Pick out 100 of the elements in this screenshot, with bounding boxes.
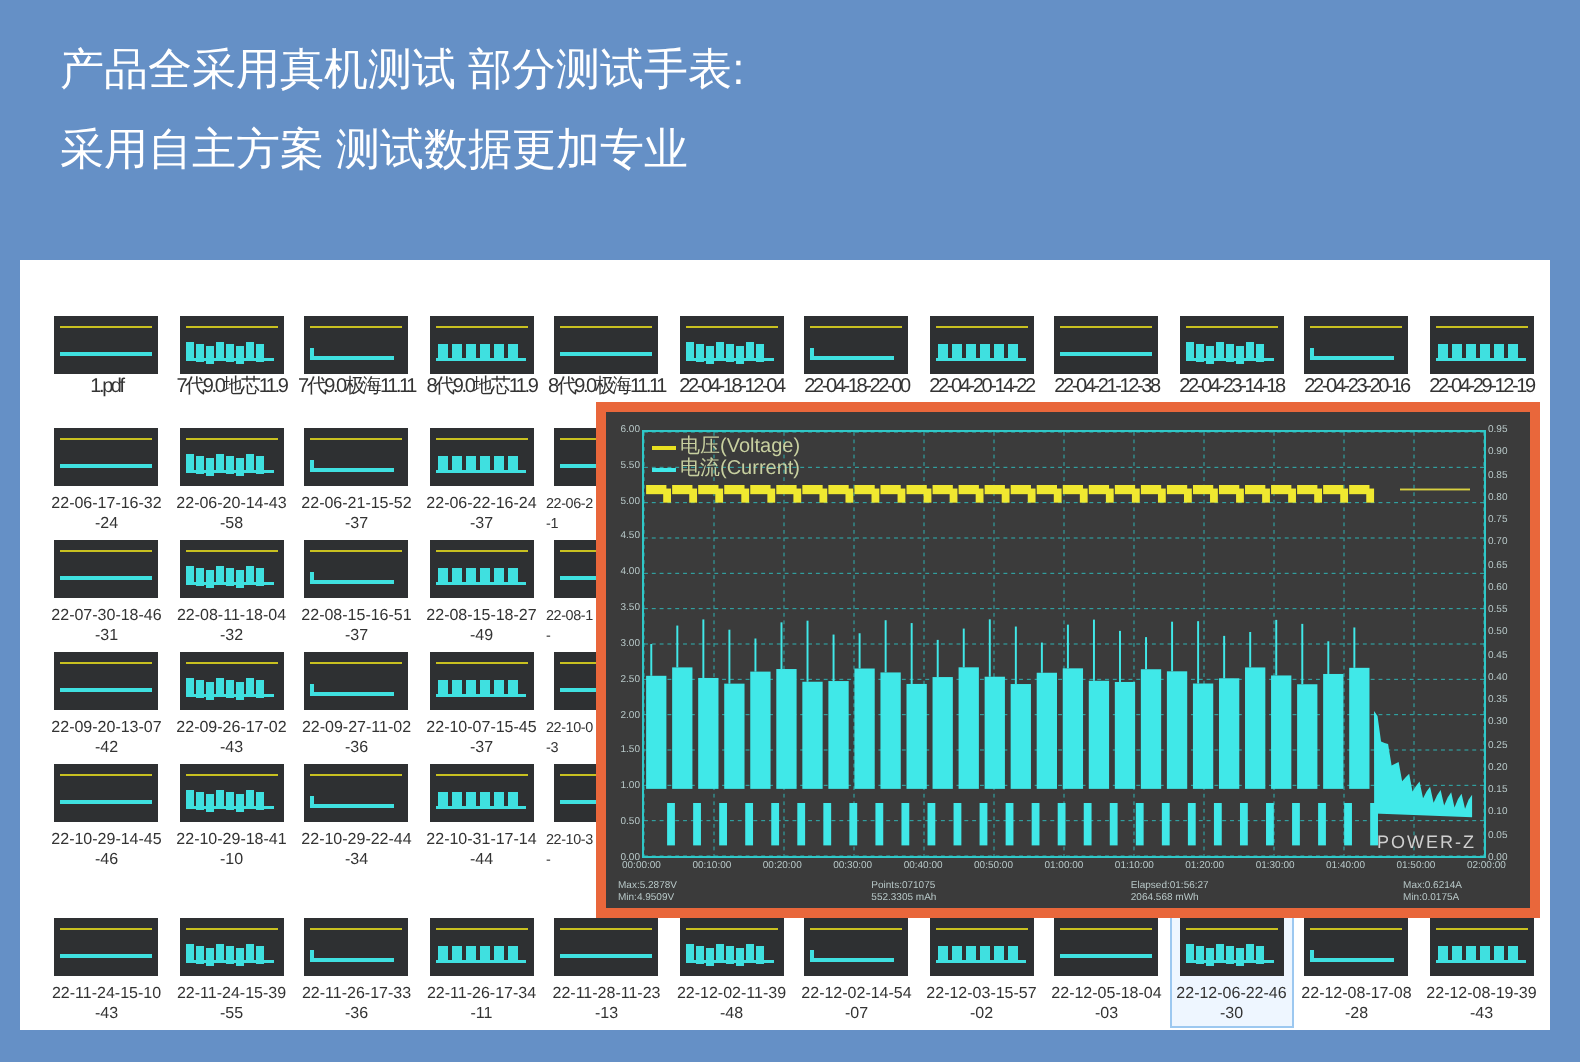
file-item[interactable]: 22-04-18-22-00 — [794, 314, 919, 402]
file-thumbnail — [1179, 316, 1284, 374]
file-item[interactable]: 22-08-11-18-04 -32 — [169, 538, 294, 650]
file-item[interactable]: 22-09-26-17-02 -43 — [169, 650, 294, 762]
file-thumbnail — [1179, 918, 1284, 976]
file-name: 22-11-26-17-34 -11 — [426, 984, 537, 1024]
file-item[interactable]: 22-10-07-15-45 -37 — [419, 650, 544, 762]
file-item[interactable]: 22-12-06-22-46 -30 — [1169, 916, 1294, 1028]
file-name: 22-04-23-20-16 — [1304, 378, 1409, 398]
file-thumbnail — [179, 316, 284, 374]
file-thumbnail — [929, 918, 1034, 976]
file-thumbnail — [304, 428, 409, 486]
file-name: 22-06-22-16-24 -37 — [426, 494, 537, 534]
file-item[interactable]: 22-12-03-15-57 -02 — [919, 916, 1044, 1028]
file-name: 22-08-11-18-04 -32 — [176, 606, 287, 646]
file-thumbnail — [679, 316, 784, 374]
file-name: 22-11-28-11-23 -13 — [552, 984, 661, 1024]
file-item[interactable]: 22-04-21-12-38 — [1044, 314, 1169, 402]
file-thumbnail — [429, 428, 534, 486]
file-item[interactable]: 22-04-20-14-22 — [919, 314, 1044, 402]
file-item[interactable]: 22-06-22-16-24 -37 — [419, 426, 544, 538]
file-thumbnail — [54, 764, 159, 822]
file-item[interactable]: 22-11-26-17-34 -11 — [419, 916, 544, 1028]
file-name: 22-10-07-15-45 -37 — [426, 718, 537, 758]
file-thumbnail — [54, 540, 159, 598]
file-name: 22-04-29-12-19 — [1429, 378, 1534, 398]
file-name: 22-08-15-16-51 -37 — [301, 606, 412, 646]
file-name: 22-04-21-12-38 — [1054, 378, 1159, 398]
file-thumbnail — [304, 918, 409, 976]
file-item[interactable]: 7代9.0地芯11.9 — [169, 314, 294, 402]
file-thumbnail — [54, 918, 159, 976]
file-item[interactable]: 1.pdf — [44, 314, 169, 402]
file-thumbnail — [1054, 316, 1159, 374]
file-name: 7代9.0极海11.11 — [297, 378, 416, 398]
file-thumbnail — [1429, 316, 1534, 374]
file-name: 22-10-29-18-41 -10 — [176, 830, 287, 870]
file-thumbnail — [179, 764, 284, 822]
file-name: 22-06-20-14-43 -58 — [176, 494, 287, 534]
brand-logo: POWER-Z — [1377, 832, 1476, 852]
file-item[interactable]: 22-12-05-18-04 -03 — [1044, 916, 1169, 1028]
headline: 采用自主方案 测试数据更加专业 — [60, 124, 691, 176]
file-thumbnail — [1054, 918, 1159, 976]
file-name: 22-11-24-15-39 -55 — [176, 984, 287, 1024]
file-thumbnail — [179, 652, 284, 710]
file-item[interactable]: 22-09-27-11-02 -36 — [294, 650, 419, 762]
file-item[interactable]: 22-09-20-13-07 -42 — [44, 650, 169, 762]
file-thumbnail — [554, 918, 659, 976]
legend-label: 电压(Voltage) — [680, 436, 801, 458]
file-thumbnail — [54, 316, 159, 374]
file-thumbnail — [179, 428, 284, 486]
file-item[interactable]: 22-06-20-14-43 -58 — [169, 426, 294, 538]
file-item[interactable]: 8代9.0地芯11.9 — [419, 314, 544, 402]
file-item[interactable]: 22-04-18-12-04 — [669, 314, 794, 402]
file-thumbnail — [179, 540, 284, 598]
file-name: 22-12-08-19-39 -43 — [1426, 984, 1537, 1024]
file-item[interactable]: 22-12-08-19-39 -43 — [1419, 916, 1544, 1028]
file-thumbnail — [304, 316, 409, 374]
file-item[interactable]: 22-07-30-18-46 -31 — [44, 538, 169, 650]
file-item[interactable]: 22-04-29-12-19 — [1419, 314, 1544, 402]
file-item[interactable]: 22-12-02-14-54 -07 — [794, 916, 919, 1028]
file-item[interactable]: 22-08-15-18-27 -49 — [419, 538, 544, 650]
file-item[interactable]: 22-12-02-11-39 -48 — [669, 916, 794, 1028]
file-item[interactable]: 22-10-29-14-45 -46 — [44, 762, 169, 874]
file-name: 22-06-21-15-52 -37 — [301, 494, 412, 534]
file-name: 22-08-15-18-27 -49 — [426, 606, 537, 646]
file-item[interactable]: 22-11-28-11-23 -13 — [544, 916, 669, 1028]
legend-label: 电流(Current) — [680, 458, 801, 480]
file-name: 22-10-29-14-45 -46 — [51, 830, 162, 870]
file-item[interactable]: 22-10-29-22-44 -34 — [294, 762, 419, 874]
file-name: 22-12-02-11-39 -48 — [676, 984, 787, 1024]
file-name: 22-09-27-11-02 -36 — [301, 718, 412, 758]
file-item[interactable]: 22-04-23-14-18 — [1169, 314, 1294, 402]
file-item[interactable]: 22-08-15-16-51 -37 — [294, 538, 419, 650]
file-name: 22-12-03-15-57 -02 — [926, 984, 1037, 1024]
file-thumbnail — [1304, 918, 1409, 976]
file-item[interactable]: 8代9.0极海11.11 — [544, 314, 669, 402]
file-item[interactable]: 7代9.0极海11.11 — [294, 314, 419, 402]
file-item[interactable]: 22-06-17-16-32 -24 — [44, 426, 169, 538]
file-item[interactable]: 22-11-26-17-33 -36 — [294, 916, 419, 1028]
file-name: 22-04-20-14-22 — [929, 378, 1034, 398]
file-thumbnail — [1304, 316, 1409, 374]
file-item[interactable]: 22-11-24-15-10 -43 — [44, 916, 169, 1028]
file-name: 22-04-18-22-00 — [804, 378, 909, 398]
file-item[interactable]: 22-10-29-18-41 -10 — [169, 762, 294, 874]
file-thumbnail — [429, 316, 534, 374]
file-thumbnail — [1429, 918, 1534, 976]
file-name: 22-12-02-14-54 -07 — [801, 984, 912, 1024]
file-item[interactable]: 22-10-31-17-14 -44 — [419, 762, 544, 874]
file-thumbnail — [429, 918, 534, 976]
file-thumbnail — [679, 918, 784, 976]
file-item[interactable]: 22-12-08-17-08 -28 — [1294, 916, 1419, 1028]
file-name: 22-12-05-18-04 -03 — [1051, 984, 1162, 1024]
file-item[interactable]: 22-04-23-20-16 — [1294, 314, 1419, 402]
file-thumbnail — [54, 652, 159, 710]
file-thumbnail — [54, 428, 159, 486]
file-item[interactable]: 22-06-21-15-52 -37 — [294, 426, 419, 538]
file-thumbnail — [804, 316, 909, 374]
file-name: 22-11-26-17-33 -36 — [301, 984, 412, 1024]
file-name: 8代9.0极海11.11 — [547, 378, 666, 398]
file-item[interactable]: 22-11-24-15-39 -55 — [169, 916, 294, 1028]
